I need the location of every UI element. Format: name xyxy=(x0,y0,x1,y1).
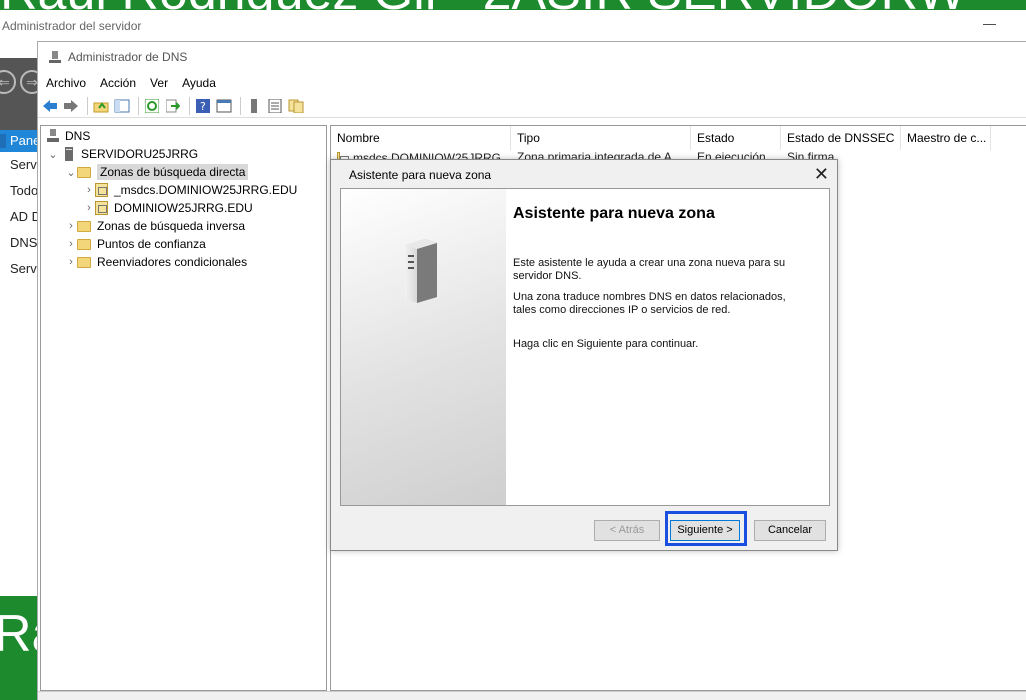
zone-icon[interactable] xyxy=(287,97,305,115)
folder-icon xyxy=(77,220,91,232)
chevron-right-icon[interactable]: › xyxy=(83,202,95,214)
sidebar-item-dns[interactable]: DNS xyxy=(0,232,38,254)
server-tower-icon xyxy=(405,239,437,303)
dns-root-icon xyxy=(47,129,59,142)
back-button[interactable]: < Atrás xyxy=(594,520,660,541)
tree-item-zone-domain[interactable]: › DOMINIOW25JRRG.EDU xyxy=(83,199,253,217)
wizard-heading: Asistente para nueva zona xyxy=(513,205,715,222)
tree-item-server[interactable]: ⌄ SERVIDORU25JRRG xyxy=(47,145,198,163)
tree-item-zone-msdcs[interactable]: › _msdcs.DOMINIOW25JRRG.EDU xyxy=(83,181,297,199)
menu-bar: Archivo Acción Ver Ayuda xyxy=(38,72,1026,94)
sidebar-item-local-server[interactable]: Servidor local xyxy=(0,154,38,176)
chevron-down-icon[interactable]: ⌄ xyxy=(65,166,77,179)
minimize-button[interactable]: — xyxy=(983,16,996,31)
wizard-page: Asistente para nueva zona Este asistente… xyxy=(340,188,830,506)
wizard-title: Asistente para nueva zona xyxy=(349,168,492,182)
zone-file-icon xyxy=(95,183,108,197)
tree-item-trust-points[interactable]: › Puntos de confianza xyxy=(65,235,206,253)
server-icon[interactable] xyxy=(245,97,263,115)
column-header-nombre[interactable]: Nombre xyxy=(331,126,511,150)
menu-ver[interactable]: Ver xyxy=(150,76,168,90)
column-header-maestro[interactable]: Maestro de c... xyxy=(901,126,991,150)
wizard-side-panel xyxy=(341,189,506,505)
export-icon[interactable] xyxy=(164,97,182,115)
dns-app-icon xyxy=(49,51,61,63)
up-folder-icon[interactable] xyxy=(92,97,110,115)
chevron-right-icon[interactable]: › xyxy=(65,220,77,232)
properties-icon[interactable] xyxy=(215,97,233,115)
next-button-highlight xyxy=(665,511,747,546)
sidebar-item-file-services[interactable]: Servicios de archivos xyxy=(0,258,38,280)
forward-icon[interactable] xyxy=(62,97,80,115)
folder-icon xyxy=(77,166,91,178)
tree-item-reverse-zones[interactable]: › Zonas de búsqueda inversa xyxy=(65,217,245,235)
column-header-estado[interactable]: Estado xyxy=(691,126,781,150)
folder-icon xyxy=(77,238,91,250)
new-zone-wizard-dialog: Asistente para nueva zona ✕ Asistente pa… xyxy=(330,159,838,551)
tree-item-dns[interactable]: DNS xyxy=(47,127,90,145)
column-header-tipo[interactable]: Tipo xyxy=(511,126,691,150)
dns-manager-titlebar: Administrador de DNS xyxy=(38,42,1026,72)
chevron-down-icon[interactable]: ⌄ xyxy=(47,148,59,161)
list-header: Nombre Tipo Estado Estado de DNSSEC Maes… xyxy=(331,126,1026,150)
column-header-dnssec[interactable]: Estado de DNSSEC xyxy=(781,126,901,150)
sidebar-item-ad-ds[interactable]: AD DS xyxy=(0,206,38,228)
chevron-right-icon[interactable]: › xyxy=(65,256,77,268)
sidebar-item-all-servers[interactable]: Todos los servidores xyxy=(0,180,38,202)
close-icon[interactable]: ✕ xyxy=(814,164,829,184)
tree-item-conditional-forwarders[interactable]: › Reenviadores condicionales xyxy=(65,253,247,271)
server-node-icon xyxy=(65,147,73,161)
menu-accion[interactable]: Acción xyxy=(100,76,136,90)
menu-ayuda[interactable]: Ayuda xyxy=(182,76,216,90)
dns-manager-title: Administrador de DNS xyxy=(68,50,188,64)
cancel-button[interactable]: Cancelar xyxy=(754,520,826,541)
menu-archivo[interactable]: Archivo xyxy=(46,76,86,90)
help-icon[interactable]: ? xyxy=(194,97,212,115)
wizard-paragraph-1: Este asistente le ayuda a crear una zona… xyxy=(513,257,786,282)
chevron-right-icon[interactable]: › xyxy=(65,238,77,250)
refresh-icon[interactable] xyxy=(143,97,161,115)
back-arrow-icon[interactable]: ⇐ xyxy=(0,70,16,94)
dns-tree: DNS ⌄ SERVIDORU25JRRG ⌄ Zonas de búsqued… xyxy=(40,125,327,691)
list-icon[interactable] xyxy=(266,97,284,115)
wizard-content: Asistente para nueva zona Este asistente… xyxy=(513,189,823,505)
chevron-right-icon[interactable]: › xyxy=(83,184,95,196)
wizard-paragraph-2: Una zona traduce nombres DNS en datos re… xyxy=(513,291,786,316)
svg-text:?: ? xyxy=(200,100,206,113)
folder-icon xyxy=(77,256,91,268)
status-bar xyxy=(38,691,1026,700)
toolbar: ? xyxy=(38,94,1026,118)
tree-item-forward-zones[interactable]: ⌄ Zonas de búsqueda directa xyxy=(65,163,249,181)
zone-file-icon xyxy=(95,201,108,215)
wizard-paragraph-3: Haga clic en Siguiente para continuar. xyxy=(513,338,699,350)
show-tree-icon[interactable] xyxy=(113,97,131,115)
server-manager-navbar: ⇐ ⇒ xyxy=(0,58,44,132)
panel-icon xyxy=(0,134,6,148)
back-icon[interactable] xyxy=(41,97,59,115)
server-manager-title: Administrador del servidor xyxy=(2,19,142,33)
